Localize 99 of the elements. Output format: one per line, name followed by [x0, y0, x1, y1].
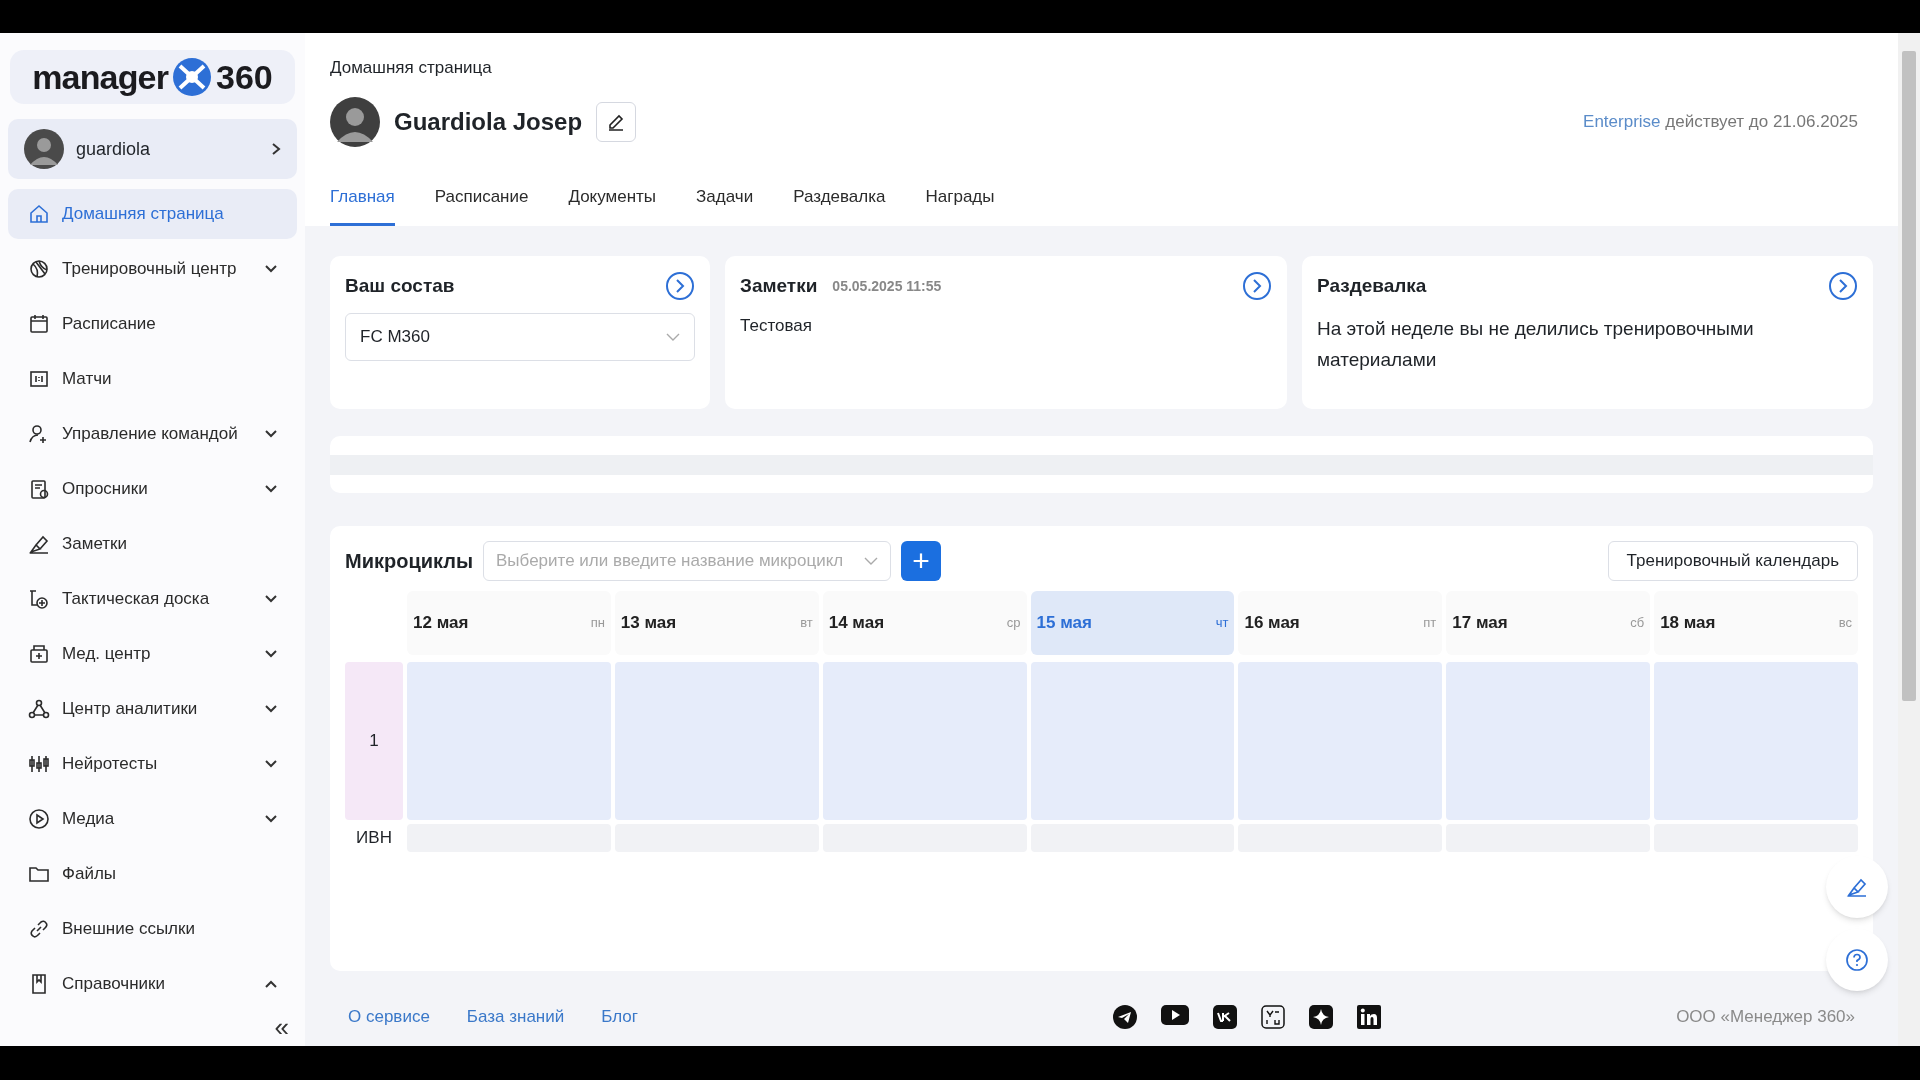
- day-cell[interactable]: [822, 662, 1027, 820]
- nav-item[interactable]: Расписание: [8, 299, 297, 349]
- nav-icon: [28, 368, 50, 390]
- tab[interactable]: Раздевалка: [793, 183, 886, 226]
- weekday: ср: [1006, 614, 1021, 633]
- day-cell[interactable]: [1446, 662, 1651, 820]
- footer-link[interactable]: Блог: [601, 1004, 638, 1030]
- day-date: 12 мая: [413, 612, 469, 635]
- nav-icon: [28, 588, 50, 610]
- collapse-button[interactable]: «: [274, 1014, 289, 1040]
- ball-icon: [172, 57, 212, 98]
- scrollbar[interactable]: [1898, 33, 1920, 1046]
- weekday: вс: [1838, 614, 1852, 633]
- day-date: 13 мая: [620, 612, 677, 635]
- nav-item[interactable]: Файлы: [8, 849, 297, 899]
- avatar: [330, 96, 380, 147]
- sparkle-icon[interactable]: [1309, 1005, 1334, 1029]
- nav-icon: [28, 808, 50, 830]
- nav-item[interactable]: Медиа: [8, 794, 297, 844]
- arrow-circle-icon[interactable]: [1242, 271, 1272, 301]
- plan-status: Enterprise действует до 21.06.2025: [1583, 110, 1858, 133]
- tab[interactable]: Расписание: [434, 183, 529, 226]
- chevron-down-icon: [864, 557, 879, 565]
- weekday: вт: [800, 614, 813, 633]
- day-cell[interactable]: [1654, 662, 1858, 820]
- nav-icon: [28, 203, 50, 225]
- logo-text: manager: [32, 56, 168, 98]
- nav-icon: [28, 643, 50, 665]
- help-icon: [1845, 948, 1869, 972]
- day-date: 14 мая: [828, 612, 885, 635]
- company-name: ООО «Менеджер 360»: [1676, 1006, 1855, 1029]
- day-cell[interactable]: [1030, 662, 1235, 820]
- card-title: Микроциклы: [345, 549, 474, 574]
- day-date: 15 мая: [1036, 612, 1092, 635]
- day-cell[interactable]: [614, 662, 819, 820]
- tab[interactable]: Главная: [330, 183, 395, 226]
- nav-item[interactable]: Внешние ссылки: [8, 904, 297, 954]
- nav-icon: [28, 478, 50, 500]
- vk-icon[interactable]: [1213, 1005, 1238, 1029]
- note-date: 05.05.2025 11:55: [832, 276, 942, 296]
- row-label: 1: [345, 662, 403, 820]
- nav-item[interactable]: Справочники: [8, 959, 297, 1009]
- chevron-down-icon: [666, 333, 680, 341]
- nav-icon: [28, 698, 50, 720]
- chevron-right-icon: [271, 142, 281, 157]
- weekday: пт: [1423, 614, 1437, 633]
- arrow-circle-icon[interactable]: [665, 271, 695, 301]
- weekday: чт: [1215, 614, 1229, 633]
- day-date: 16 мая: [1244, 612, 1300, 635]
- nav-icon: [28, 918, 50, 940]
- telegram-icon[interactable]: [1113, 1005, 1138, 1029]
- grid-logo-icon[interactable]: [1261, 1005, 1286, 1029]
- arrow-circle-icon[interactable]: [1828, 271, 1858, 301]
- brush-icon: [1846, 876, 1868, 898]
- calendar-button[interactable]: Тренировочный календарь: [1607, 541, 1858, 581]
- nav-icon: [28, 258, 50, 280]
- nav-item[interactable]: Управление командой: [8, 409, 297, 459]
- card-title: Раздевалка: [1317, 273, 1427, 298]
- linkedin-icon[interactable]: [1357, 1005, 1382, 1029]
- row-label: ИВН: [355, 827, 393, 850]
- nav-item[interactable]: Тренировочный центр: [8, 244, 297, 294]
- nav-item[interactable]: Нейротесты: [8, 739, 297, 789]
- locker-message: На этой неделе вы не делились тренировочными материалами: [1317, 317, 1755, 372]
- nav-item[interactable]: Тактическая доска: [8, 574, 297, 624]
- footer-link[interactable]: База знаний: [466, 1004, 565, 1030]
- day-cell[interactable]: [407, 662, 611, 820]
- user-menu[interactable]: guardiola: [8, 119, 297, 179]
- nav-item[interactable]: Опросники: [8, 464, 297, 514]
- profile-name: Guardiola Josep: [394, 106, 583, 137]
- card-title: Ваш состав: [345, 273, 455, 298]
- nav-item[interactable]: Домашняя страница: [8, 189, 297, 239]
- add-button[interactable]: +: [901, 541, 942, 581]
- youtube-icon[interactable]: [1161, 1005, 1190, 1025]
- breadcrumb: Домашняя страница: [330, 57, 493, 79]
- nav-icon: [28, 533, 50, 555]
- nav-icon: [28, 313, 50, 335]
- day-date: 18 мая: [1660, 612, 1716, 635]
- tab[interactable]: Награды: [925, 183, 995, 226]
- tab[interactable]: Документы: [568, 183, 657, 226]
- card-title: Заметки: [740, 273, 818, 298]
- microcycle-select[interactable]: Выберите или введите название микроцикл: [483, 541, 892, 581]
- nav-item[interactable]: Матчи: [8, 354, 297, 404]
- avatar: [24, 129, 64, 170]
- footer-link[interactable]: О сервисе: [348, 1004, 430, 1030]
- nav-icon: [28, 753, 50, 775]
- day-date: 17 мая: [1452, 612, 1508, 635]
- edit-button[interactable]: [596, 101, 637, 142]
- help-button[interactable]: [1826, 929, 1888, 991]
- day-cell[interactable]: [1238, 662, 1443, 820]
- tab[interactable]: Задачи: [696, 183, 754, 226]
- weekday: пн: [590, 614, 605, 633]
- logo-text: 360: [216, 56, 273, 98]
- draw-button[interactable]: [1826, 856, 1888, 918]
- nav-item[interactable]: Мед. центр: [8, 629, 297, 679]
- note-text: Тестовая: [740, 315, 813, 337]
- weekday: сб: [1630, 614, 1645, 633]
- team-select[interactable]: FC M360: [345, 313, 695, 361]
- nav-item[interactable]: Заметки: [8, 519, 297, 569]
- nav-item[interactable]: Центр аналитики: [8, 684, 297, 734]
